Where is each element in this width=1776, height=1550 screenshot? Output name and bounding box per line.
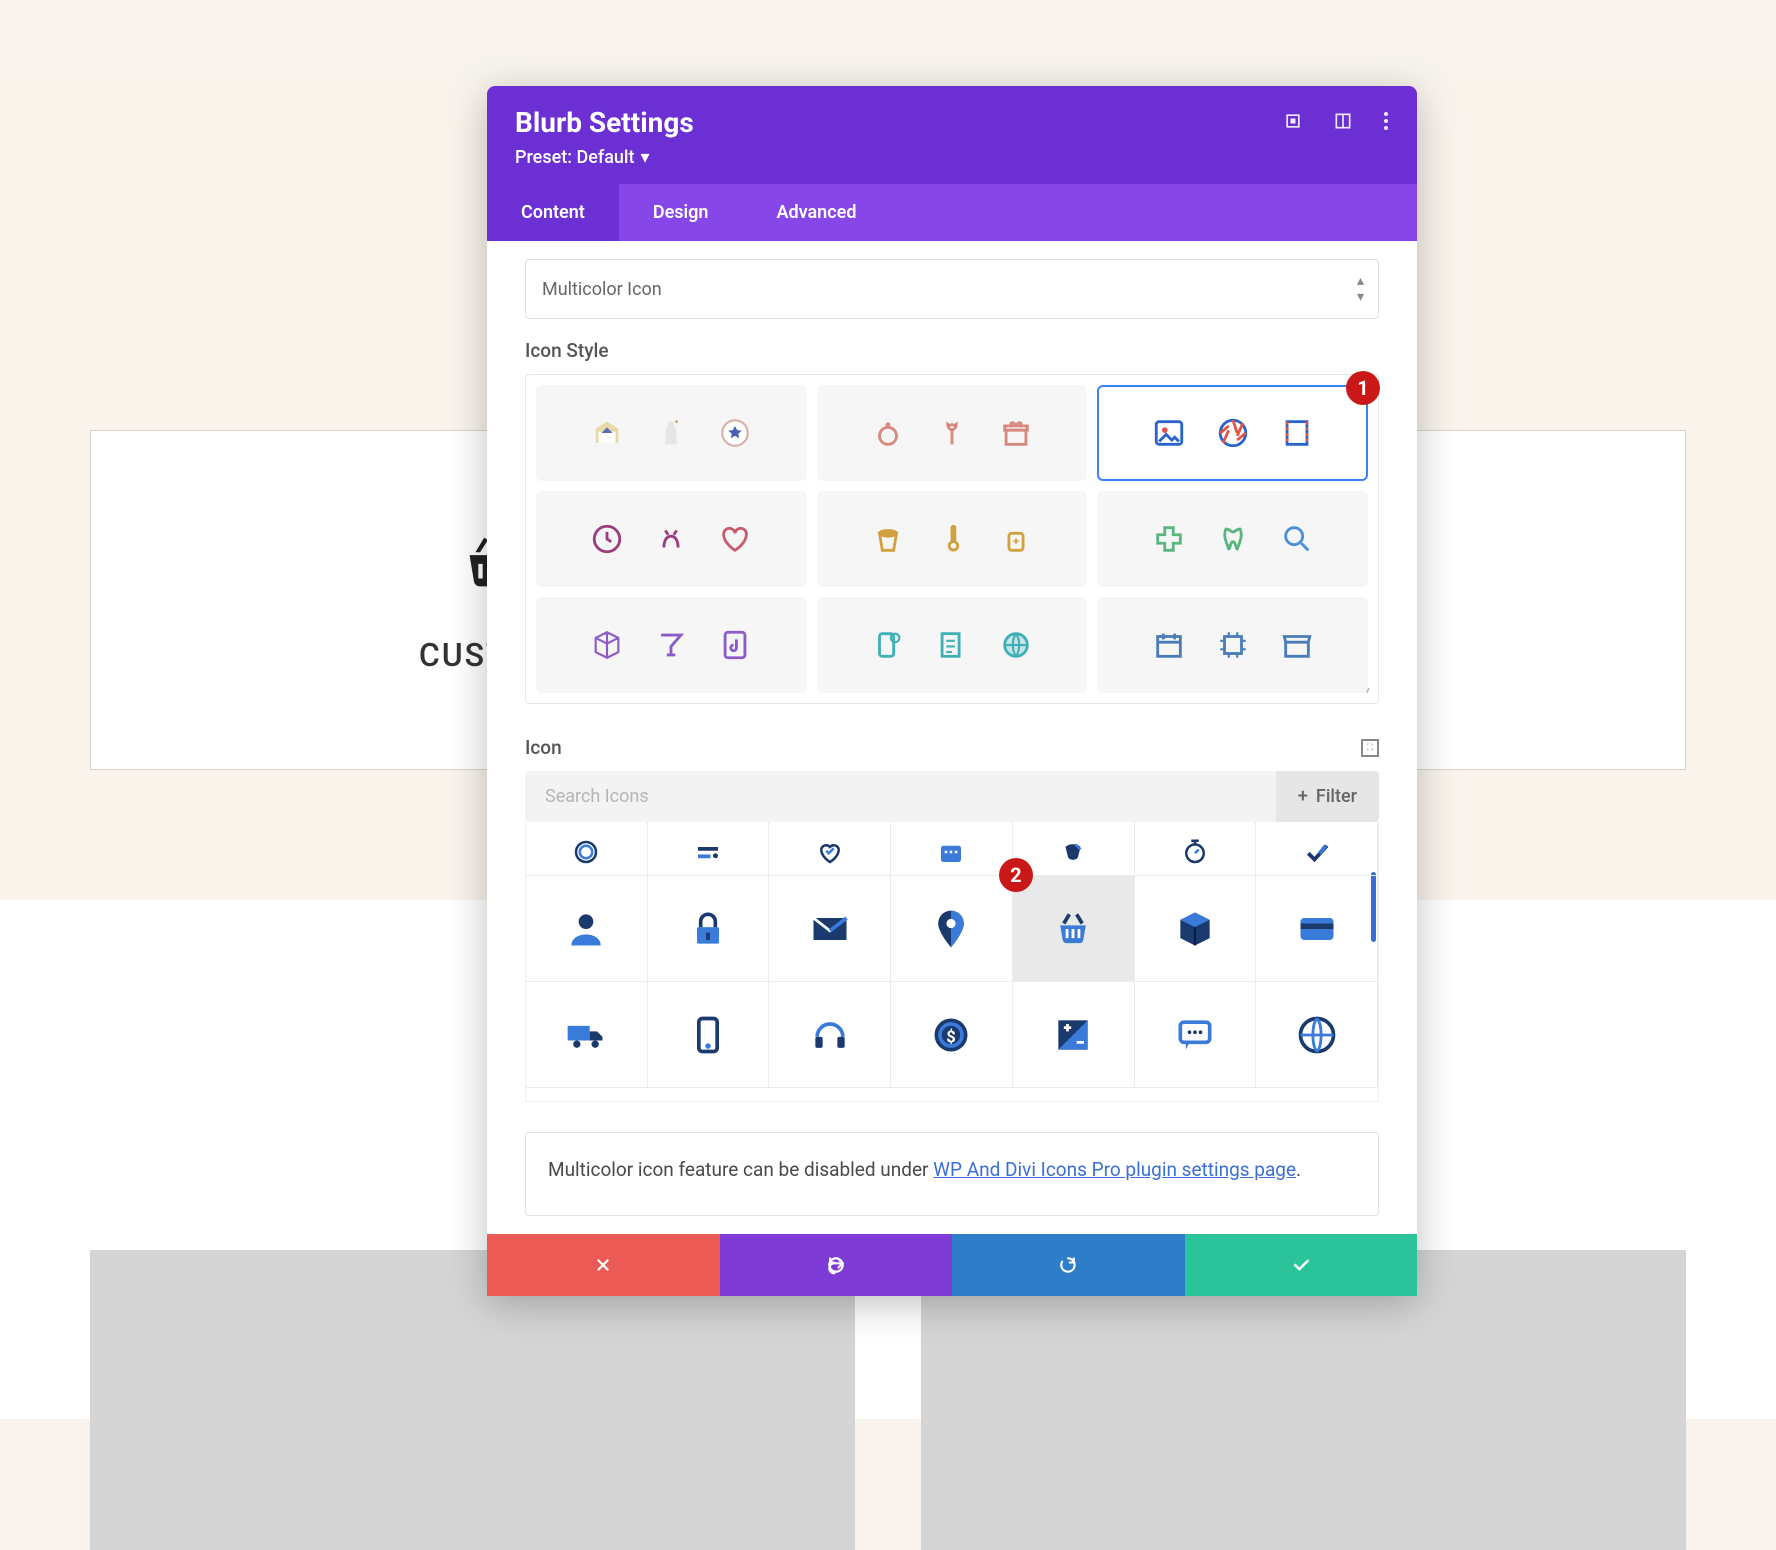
blurb-settings-modal: Blurb Settings Preset: Default ▾ Content…	[487, 86, 1417, 1296]
music-file-icon	[718, 628, 752, 662]
tulip-icon	[935, 416, 969, 450]
device-gear-icon	[871, 628, 905, 662]
film-icon	[1280, 416, 1314, 450]
modal-footer	[487, 1234, 1417, 1296]
bottle-icon	[654, 416, 688, 450]
style-tile[interactable]	[817, 597, 1088, 693]
annotation-badge-1: 1	[1346, 371, 1380, 405]
preset-label: Preset: Default	[515, 147, 635, 168]
style-tile[interactable]	[1097, 597, 1368, 693]
style-tile[interactable]	[817, 491, 1088, 587]
icon-option-phone[interactable]	[648, 982, 770, 1088]
search-icons-input[interactable]	[525, 771, 1276, 822]
icon-option-pin[interactable]	[891, 876, 1013, 982]
style-tile-selected[interactable]: 1	[1097, 385, 1368, 481]
icon-option[interactable]	[648, 822, 770, 876]
select-arrows-icon: ▴▾	[1357, 273, 1362, 305]
icon-option-mail[interactable]	[769, 876, 891, 982]
sparkle-jar-icon	[999, 522, 1033, 556]
icon-option-card[interactable]	[1256, 876, 1378, 982]
aperture-icon	[1216, 416, 1250, 450]
cat-icon	[654, 522, 688, 556]
icon-option-lock[interactable]	[648, 876, 770, 982]
save-button[interactable]	[1185, 1234, 1418, 1296]
clock-icon	[590, 522, 624, 556]
heart-leaf-icon	[718, 522, 752, 556]
style-tile[interactable]	[536, 491, 807, 587]
style-tile[interactable]	[536, 385, 807, 481]
kebab-menu-icon[interactable]	[1383, 111, 1389, 135]
modal-tabs: Content Design Advanced	[487, 184, 1417, 241]
icon-option-exposure[interactable]	[1013, 982, 1135, 1088]
filter-label: Filter	[1316, 786, 1357, 807]
note-check-icon	[935, 628, 969, 662]
cancel-button[interactable]	[487, 1234, 720, 1296]
icon-style-picker: ▴▾ 1	[525, 374, 1379, 704]
image-icon	[1152, 416, 1186, 450]
icon-type-select[interactable]: Multicolor Icon ▴▾	[525, 259, 1379, 319]
magnify-icon	[1280, 522, 1314, 556]
icon-type-value: Multicolor Icon	[542, 279, 662, 300]
expand-section-icon[interactable]: ⛶	[1361, 739, 1379, 757]
icon-option[interactable]	[891, 822, 1013, 876]
star-badge-icon	[718, 416, 752, 450]
modal-title: Blurb Settings	[515, 106, 694, 139]
calendar-icon	[1152, 628, 1186, 662]
icon-option-headset[interactable]	[769, 982, 891, 1088]
notice-box: Multicolor icon feature can be disabled …	[525, 1132, 1379, 1216]
icon-option[interactable]	[769, 822, 891, 876]
icon-option[interactable]	[1135, 822, 1257, 876]
notice-text-end: .	[1296, 1158, 1301, 1181]
svg-text:$: $	[947, 1028, 956, 1047]
icon-picker-grid: 2 $	[525, 822, 1379, 1102]
medical-cross-icon	[1152, 522, 1186, 556]
icon-option[interactable]	[1256, 822, 1378, 876]
notice-text: Multicolor icon feature can be disabled …	[548, 1158, 933, 1181]
icon-option-coin[interactable]: $	[891, 982, 1013, 1088]
modal-header: Blurb Settings Preset: Default ▾	[487, 86, 1417, 184]
undo-button[interactable]	[720, 1234, 953, 1296]
globe-icon	[999, 628, 1033, 662]
style-tile[interactable]	[1097, 491, 1368, 587]
icon-section-label: Icon	[525, 736, 562, 759]
icon-option-chat[interactable]	[1135, 982, 1257, 1088]
icon-style-label: Icon Style	[525, 339, 1379, 362]
tooth-icon	[1216, 522, 1250, 556]
icon-option-truck[interactable]	[526, 982, 648, 1088]
style-tile[interactable]	[817, 385, 1088, 481]
icon-option[interactable]	[526, 822, 648, 876]
bucket-icon	[871, 522, 905, 556]
tab-design[interactable]: Design	[619, 184, 743, 241]
panel-split-icon[interactable]	[1333, 111, 1353, 135]
redo-button[interactable]	[952, 1234, 1185, 1296]
expand-icon[interactable]	[1283, 111, 1303, 135]
caret-down-icon: ▾	[641, 147, 650, 168]
filter-button[interactable]: + Filter	[1276, 771, 1379, 822]
style-tile[interactable]	[536, 597, 807, 693]
icon-option-box[interactable]	[1135, 876, 1257, 982]
ring-icon	[871, 416, 905, 450]
cube-icon	[590, 628, 624, 662]
preset-dropdown[interactable]: Preset: Default ▾	[515, 147, 1389, 168]
icon-option-user[interactable]	[526, 876, 648, 982]
icon-option-basket-selected[interactable]: 2	[1013, 876, 1135, 982]
thermometer-icon	[935, 522, 969, 556]
annotation-badge-2: 2	[999, 858, 1033, 892]
envelope-open-icon	[590, 416, 624, 450]
store-icon	[1280, 628, 1314, 662]
tab-content[interactable]: Content	[487, 184, 619, 241]
notice-link[interactable]: WP And Divi Icons Pro plugin settings pa…	[933, 1158, 1296, 1181]
plus-icon: +	[1298, 786, 1308, 807]
chip-icon	[1216, 628, 1250, 662]
cocktail-icon	[654, 628, 688, 662]
icon-option-globe[interactable]	[1256, 982, 1378, 1088]
gift-icon	[999, 416, 1033, 450]
tab-advanced[interactable]: Advanced	[742, 184, 890, 241]
